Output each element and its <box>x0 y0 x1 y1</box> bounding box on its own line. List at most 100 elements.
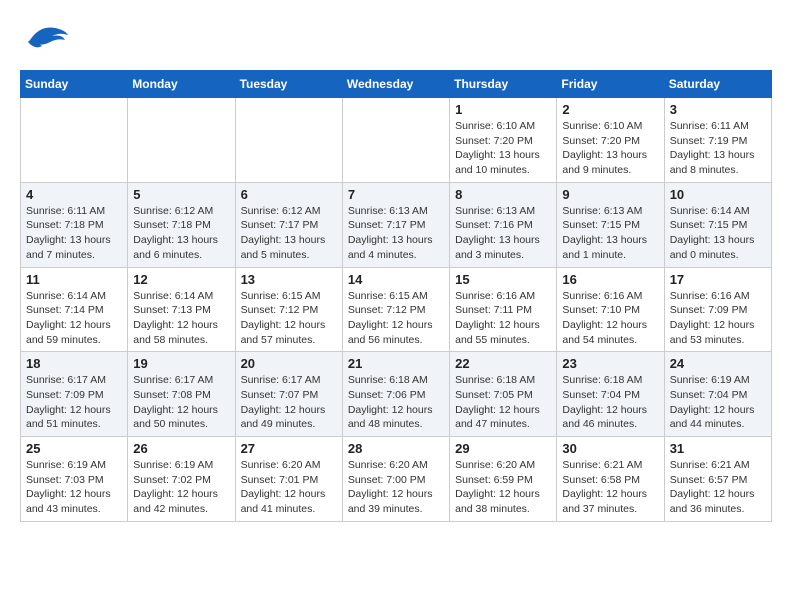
day-info: Sunrise: 6:20 AM Sunset: 7:01 PM Dayligh… <box>241 458 337 517</box>
day-info: Sunrise: 6:18 AM Sunset: 7:05 PM Dayligh… <box>455 373 551 432</box>
table-row: 22 Sunrise: 6:18 AM Sunset: 7:05 PM Dayli… <box>450 352 557 437</box>
table-row <box>128 98 235 183</box>
table-row: 3 Sunrise: 6:11 AM Sunset: 7:19 PM Daylig… <box>664 98 771 183</box>
table-row: 24 Sunrise: 6:19 AM Sunset: 7:04 PM Dayli… <box>664 352 771 437</box>
table-row: 26 Sunrise: 6:19 AM Sunset: 7:02 PM Dayli… <box>128 437 235 522</box>
table-row: 28Sunrise: 6:20 AM Sunset: 7:00 PM Dayli… <box>342 437 449 522</box>
table-row: 5 Sunrise: 6:12 AM Sunset: 7:18 PM Daylig… <box>128 182 235 267</box>
table-row: 18Sunrise: 6:17 AM Sunset: 7:09 PM Dayli… <box>21 352 128 437</box>
day-number: 16 <box>562 272 658 287</box>
table-row: 30 Sunrise: 6:21 AM Sunset: 6:58 PM Dayli… <box>557 437 664 522</box>
day-number: 19 <box>133 356 229 371</box>
day-info: Sunrise: 6:14 AM Sunset: 7:13 PM Dayligh… <box>133 289 229 348</box>
day-info: Sunrise: 6:11 AM Sunset: 7:18 PM Dayligh… <box>26 204 122 263</box>
day-info: Sunrise: 6:11 AM Sunset: 7:19 PM Dayligh… <box>670 119 766 178</box>
day-number: 30 <box>562 441 658 456</box>
table-row <box>342 98 449 183</box>
day-number: 9 <box>562 187 658 202</box>
table-row: 31 Sunrise: 6:21 AM Sunset: 6:57 PM Dayli… <box>664 437 771 522</box>
day-number: 20 <box>241 356 337 371</box>
day-info: Sunrise: 6:20 AM Sunset: 7:00 PM Dayligh… <box>348 458 444 517</box>
day-info: Sunrise: 6:14 AM Sunset: 7:14 PM Dayligh… <box>26 289 122 348</box>
day-info: Sunrise: 6:19 AM Sunset: 7:04 PM Dayligh… <box>670 373 766 432</box>
table-row: 29 Sunrise: 6:20 AM Sunset: 6:59 PM Dayli… <box>450 437 557 522</box>
day-number: 29 <box>455 441 551 456</box>
col-sunday: Sunday <box>21 71 128 98</box>
day-number: 2 <box>562 102 658 117</box>
table-row: 8 Sunrise: 6:13 AM Sunset: 7:16 PM Daylig… <box>450 182 557 267</box>
calendar-row: 1 Sunrise: 6:10 AM Sunset: 7:20 PM Daylig… <box>21 98 772 183</box>
day-info: Sunrise: 6:12 AM Sunset: 7:18 PM Dayligh… <box>133 204 229 263</box>
day-info: Sunrise: 6:13 AM Sunset: 7:15 PM Dayligh… <box>562 204 658 263</box>
table-row <box>21 98 128 183</box>
day-info: Sunrise: 6:18 AM Sunset: 7:04 PM Dayligh… <box>562 373 658 432</box>
day-info: Sunrise: 6:16 AM Sunset: 7:10 PM Dayligh… <box>562 289 658 348</box>
day-info: Sunrise: 6:17 AM Sunset: 7:07 PM Dayligh… <box>241 373 337 432</box>
table-row: 15 Sunrise: 6:16 AM Sunset: 7:11 PM Dayli… <box>450 267 557 352</box>
day-number: 7 <box>348 187 444 202</box>
day-info: Sunrise: 6:10 AM Sunset: 7:20 PM Dayligh… <box>562 119 658 178</box>
day-number: 5 <box>133 187 229 202</box>
day-number: 12 <box>133 272 229 287</box>
table-row: 12 Sunrise: 6:14 AM Sunset: 7:13 PM Dayli… <box>128 267 235 352</box>
day-info: Sunrise: 6:20 AM Sunset: 6:59 PM Dayligh… <box>455 458 551 517</box>
day-info: Sunrise: 6:16 AM Sunset: 7:11 PM Dayligh… <box>455 289 551 348</box>
table-row: 14Sunrise: 6:15 AM Sunset: 7:12 PM Dayli… <box>342 267 449 352</box>
calendar-row: 11Sunrise: 6:14 AM Sunset: 7:14 PM Dayli… <box>21 267 772 352</box>
day-number: 3 <box>670 102 766 117</box>
table-row: 10Sunrise: 6:14 AM Sunset: 7:15 PM Dayli… <box>664 182 771 267</box>
table-row: 11Sunrise: 6:14 AM Sunset: 7:14 PM Dayli… <box>21 267 128 352</box>
day-number: 22 <box>455 356 551 371</box>
day-info: Sunrise: 6:13 AM Sunset: 7:16 PM Dayligh… <box>455 204 551 263</box>
table-row: 17 Sunrise: 6:16 AM Sunset: 7:09 PM Dayli… <box>664 267 771 352</box>
table-row: 27 Sunrise: 6:20 AM Sunset: 7:01 PM Dayli… <box>235 437 342 522</box>
table-row: 2 Sunrise: 6:10 AM Sunset: 7:20 PM Daylig… <box>557 98 664 183</box>
day-info: Sunrise: 6:17 AM Sunset: 7:08 PM Dayligh… <box>133 373 229 432</box>
day-info: Sunrise: 6:19 AM Sunset: 7:02 PM Dayligh… <box>133 458 229 517</box>
day-info: Sunrise: 6:16 AM Sunset: 7:09 PM Dayligh… <box>670 289 766 348</box>
day-info: Sunrise: 6:21 AM Sunset: 6:57 PM Dayligh… <box>670 458 766 517</box>
day-info: Sunrise: 6:10 AM Sunset: 7:20 PM Dayligh… <box>455 119 551 178</box>
logo <box>20 20 74 60</box>
table-row: 20 Sunrise: 6:17 AM Sunset: 7:07 PM Dayli… <box>235 352 342 437</box>
table-row: 1 Sunrise: 6:10 AM Sunset: 7:20 PM Daylig… <box>450 98 557 183</box>
day-number: 24 <box>670 356 766 371</box>
day-number: 15 <box>455 272 551 287</box>
day-number: 23 <box>562 356 658 371</box>
day-number: 17 <box>670 272 766 287</box>
table-row <box>235 98 342 183</box>
table-row: 7Sunrise: 6:13 AM Sunset: 7:17 PM Daylig… <box>342 182 449 267</box>
day-info: Sunrise: 6:18 AM Sunset: 7:06 PM Dayligh… <box>348 373 444 432</box>
day-number: 6 <box>241 187 337 202</box>
header-row: Sunday Monday Tuesday Wednesday Thursday… <box>21 71 772 98</box>
day-info: Sunrise: 6:12 AM Sunset: 7:17 PM Dayligh… <box>241 204 337 263</box>
day-number: 31 <box>670 441 766 456</box>
day-number: 8 <box>455 187 551 202</box>
col-friday: Friday <box>557 71 664 98</box>
table-row: 4 Sunrise: 6:11 AM Sunset: 7:18 PM Daylig… <box>21 182 128 267</box>
day-number: 13 <box>241 272 337 287</box>
col-wednesday: Wednesday <box>342 71 449 98</box>
calendar-row: 4 Sunrise: 6:11 AM Sunset: 7:18 PM Daylig… <box>21 182 772 267</box>
calendar-body: 1 Sunrise: 6:10 AM Sunset: 7:20 PM Daylig… <box>21 98 772 522</box>
day-number: 26 <box>133 441 229 456</box>
col-thursday: Thursday <box>450 71 557 98</box>
day-number: 21 <box>348 356 444 371</box>
day-number: 1 <box>455 102 551 117</box>
page-header <box>20 20 772 60</box>
day-number: 27 <box>241 441 337 456</box>
calendar-table: Sunday Monday Tuesday Wednesday Thursday… <box>20 70 772 522</box>
calendar-row: 18Sunrise: 6:17 AM Sunset: 7:09 PM Dayli… <box>21 352 772 437</box>
table-row: 21 Sunrise: 6:18 AM Sunset: 7:06 PM Dayli… <box>342 352 449 437</box>
day-info: Sunrise: 6:15 AM Sunset: 7:12 PM Dayligh… <box>241 289 337 348</box>
day-info: Sunrise: 6:21 AM Sunset: 6:58 PM Dayligh… <box>562 458 658 517</box>
table-row: 16 Sunrise: 6:16 AM Sunset: 7:10 PM Dayli… <box>557 267 664 352</box>
day-number: 18 <box>26 356 122 371</box>
table-row: 23 Sunrise: 6:18 AM Sunset: 7:04 PM Dayli… <box>557 352 664 437</box>
day-number: 25 <box>26 441 122 456</box>
day-number: 4 <box>26 187 122 202</box>
day-number: 10 <box>670 187 766 202</box>
table-row: 13 Sunrise: 6:15 AM Sunset: 7:12 PM Dayli… <box>235 267 342 352</box>
col-tuesday: Tuesday <box>235 71 342 98</box>
table-row: 19 Sunrise: 6:17 AM Sunset: 7:08 PM Dayli… <box>128 352 235 437</box>
